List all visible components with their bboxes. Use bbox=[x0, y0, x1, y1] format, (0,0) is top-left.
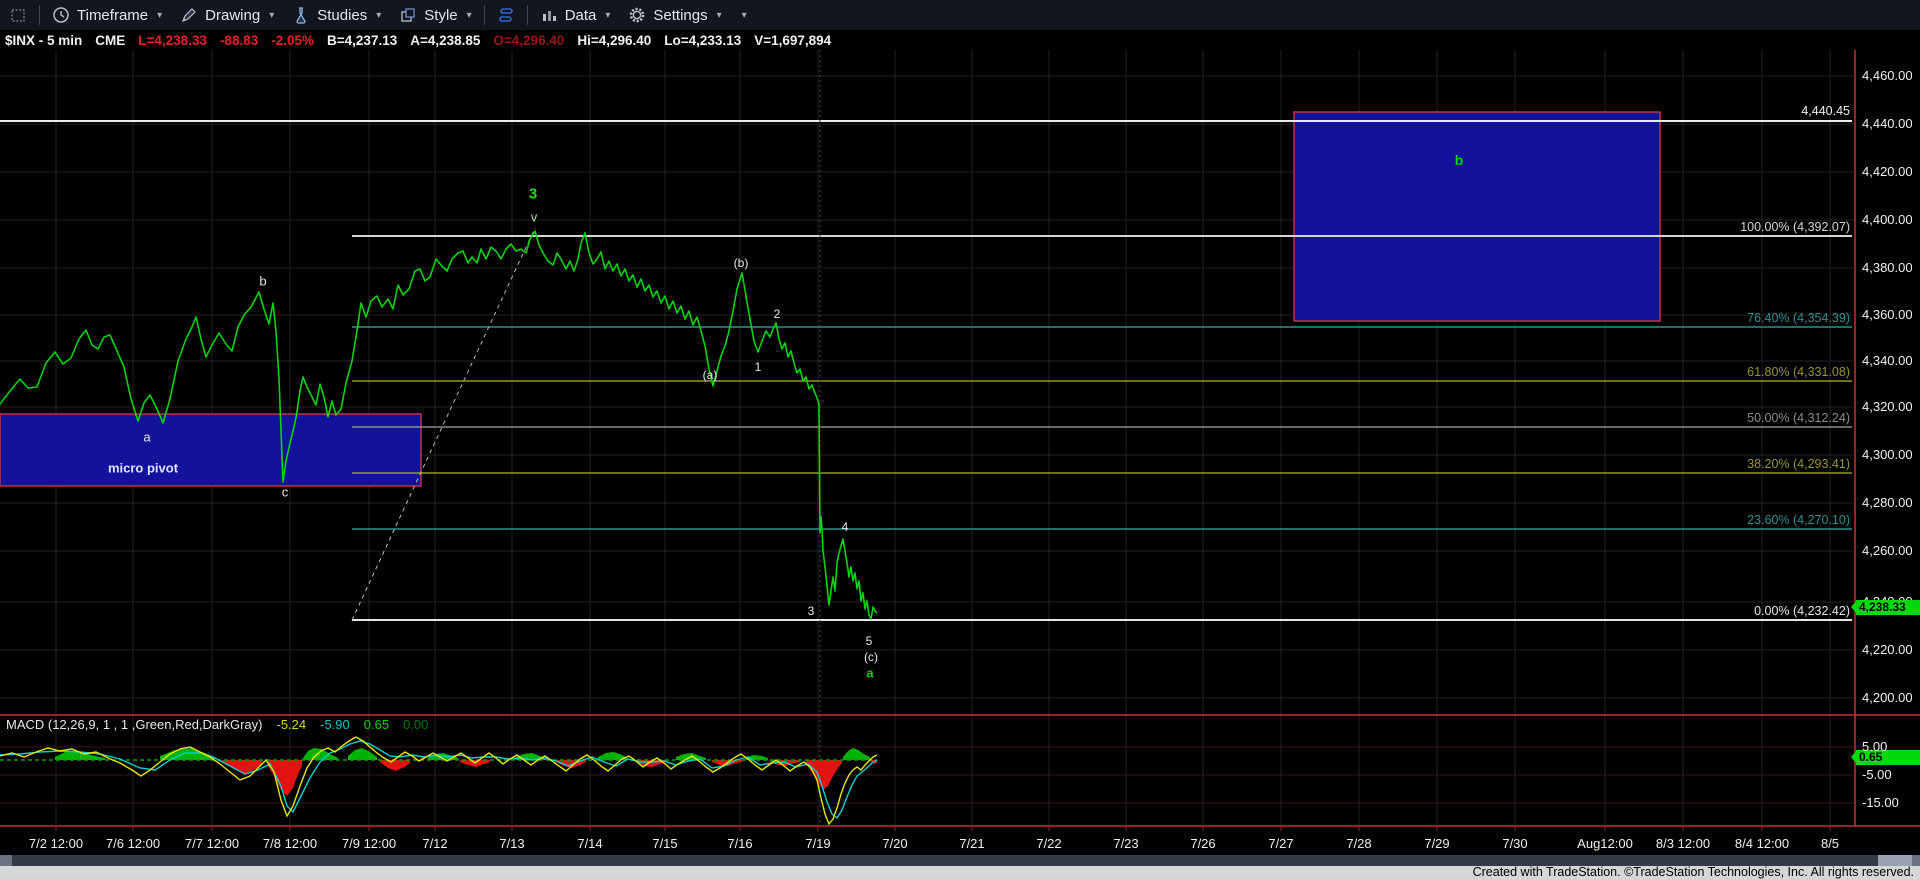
tradestation-chart-window: Timeframe▾Drawing▾Studies▾Style▾Data▾Set… bbox=[0, 0, 1920, 879]
macd-histogram bbox=[843, 748, 870, 760]
wave-b-target-box[interactable] bbox=[1294, 112, 1660, 321]
macd-value: -5.24 bbox=[276, 717, 306, 732]
macd-signal-line bbox=[0, 741, 877, 818]
micro-pivot-box[interactable] bbox=[0, 414, 421, 486]
macd-line bbox=[0, 737, 877, 824]
chart-canvas[interactable] bbox=[0, 0, 1920, 879]
macd-value: 0.65 bbox=[364, 717, 389, 732]
macd-value: 0.00 bbox=[403, 717, 428, 732]
macd-title: MACD (12,26,9, 1 , 1 ,Green,Red,DarkGray… bbox=[6, 717, 262, 732]
copyright-text: Created with TradeStation. ©TradeStation… bbox=[0, 866, 1920, 879]
macd-histogram bbox=[303, 748, 338, 760]
macd-indicator-label: MACD (12,26,9, 1 , 1 ,Green,Red,DarkGray… bbox=[6, 717, 428, 732]
macd-histogram bbox=[268, 760, 302, 796]
macd-histogram bbox=[160, 748, 215, 760]
macd-value: -5.90 bbox=[320, 717, 350, 732]
scroll-left-button[interactable] bbox=[0, 855, 12, 866]
macd-histogram bbox=[380, 760, 410, 771]
